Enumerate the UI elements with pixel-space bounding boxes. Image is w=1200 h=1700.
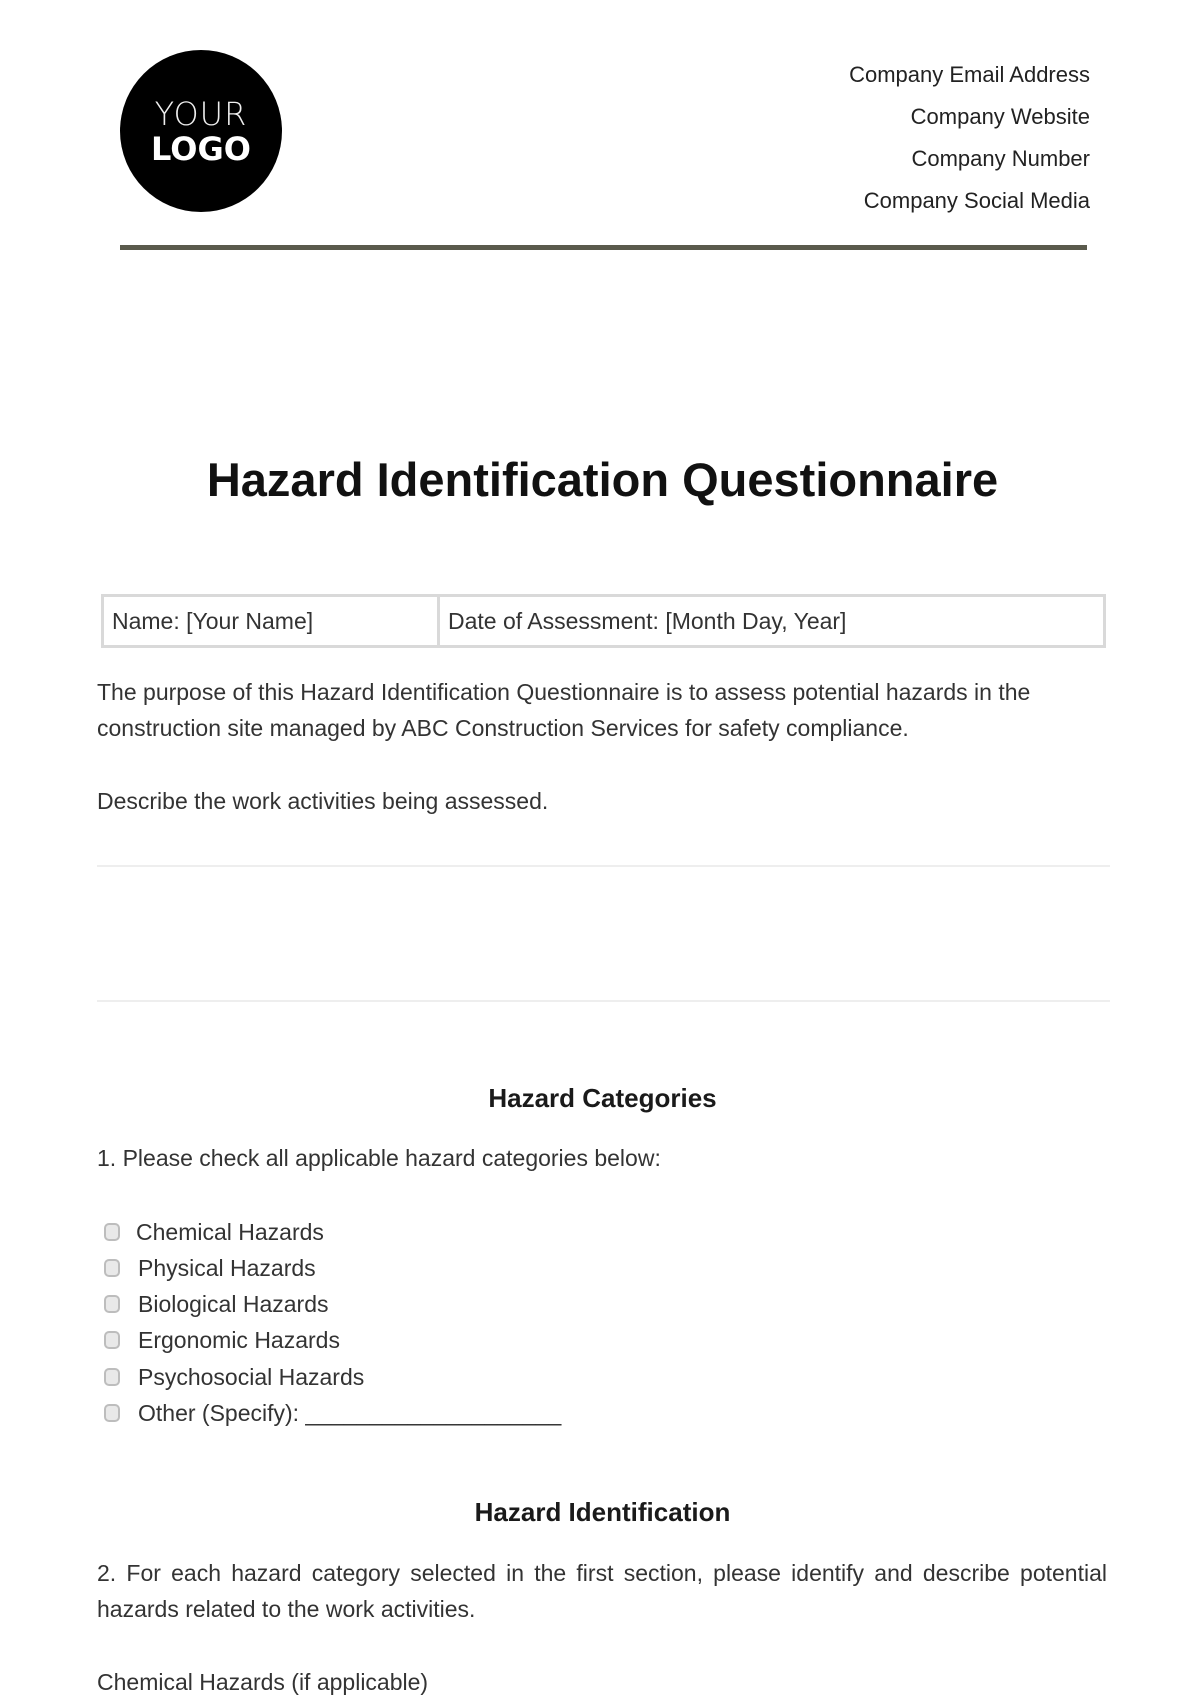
chemical-hazards-subheading: Chemical Hazards (if applicable)	[97, 1669, 429, 1695]
company-contact-block: Company Email Address Company Website Co…	[849, 54, 1090, 222]
checkbox-row-ergonomic[interactable]: Ergonomic Hazards	[104, 1325, 340, 1355]
company-logo: YOUR LOGO	[120, 50, 282, 212]
checkbox-label: Other (Specify): ____________________	[138, 1399, 562, 1426]
work-activities-prompt: Describe the work activities being asses…	[97, 788, 549, 814]
checkbox-label: Ergonomic Hazards	[138, 1326, 340, 1353]
checkbox[interactable]	[104, 1368, 120, 1386]
logo-line-1: YOUR	[154, 95, 248, 133]
checkbox[interactable]	[104, 1295, 120, 1313]
name-field[interactable]: Name: [Your Name]	[101, 594, 440, 648]
intro-paragraph: The purpose of this Hazard Identificatio…	[97, 679, 1031, 741]
checkbox-label: Chemical Hazards	[136, 1218, 324, 1245]
header-divider	[120, 245, 1087, 250]
question-1: 1. Please check all applicable hazard ca…	[97, 1145, 661, 1171]
checkbox-row-chemical[interactable]: Chemical Hazards	[104, 1217, 324, 1247]
company-number: Company Number	[911, 146, 1090, 171]
checkbox-row-biological[interactable]: Biological Hazards	[104, 1289, 328, 1319]
company-website: Company Website	[910, 104, 1090, 129]
document-title: Hazard Identification Questionnaire	[206, 453, 999, 506]
checkbox[interactable]	[104, 1223, 120, 1241]
info-table-row: Name: [Your Name] Date of Assessment: [M…	[101, 594, 1106, 648]
checkbox[interactable]	[104, 1331, 120, 1349]
answer-line-top	[97, 865, 1110, 867]
checkbox[interactable]	[104, 1404, 120, 1422]
company-social-media: Company Social Media	[863, 188, 1090, 213]
logo-line-2: LOGO	[151, 130, 251, 168]
checkbox-label: Biological Hazards	[138, 1290, 329, 1317]
checkbox-row-other[interactable]: Other (Specify): ____________________	[104, 1398, 561, 1428]
checkbox[interactable]	[104, 1259, 120, 1277]
answer-line-bottom	[97, 1000, 1110, 1002]
checkbox-label: Psychosocial Hazards	[138, 1363, 365, 1390]
checkbox-row-physical[interactable]: Physical Hazards	[104, 1253, 316, 1283]
work-activities-answer-area[interactable]	[97, 868, 1110, 998]
company-email: Company Email Address	[849, 62, 1090, 87]
date-of-assessment-field[interactable]: Date of Assessment: [Month Day, Year]	[437, 594, 1106, 648]
checkbox-row-psychosocial[interactable]: Psychosocial Hazards	[104, 1362, 364, 1392]
question-2: 2. For each hazard category selected in …	[97, 1560, 1107, 1622]
info-table: Name: [Your Name] Date of Assessment: [M…	[101, 594, 1106, 648]
checkbox-label: Physical Hazards	[138, 1254, 316, 1281]
section-heading-hazard-identification: Hazard Identification	[474, 1497, 731, 1527]
section-heading-hazard-categories: Hazard Categories	[488, 1083, 717, 1113]
